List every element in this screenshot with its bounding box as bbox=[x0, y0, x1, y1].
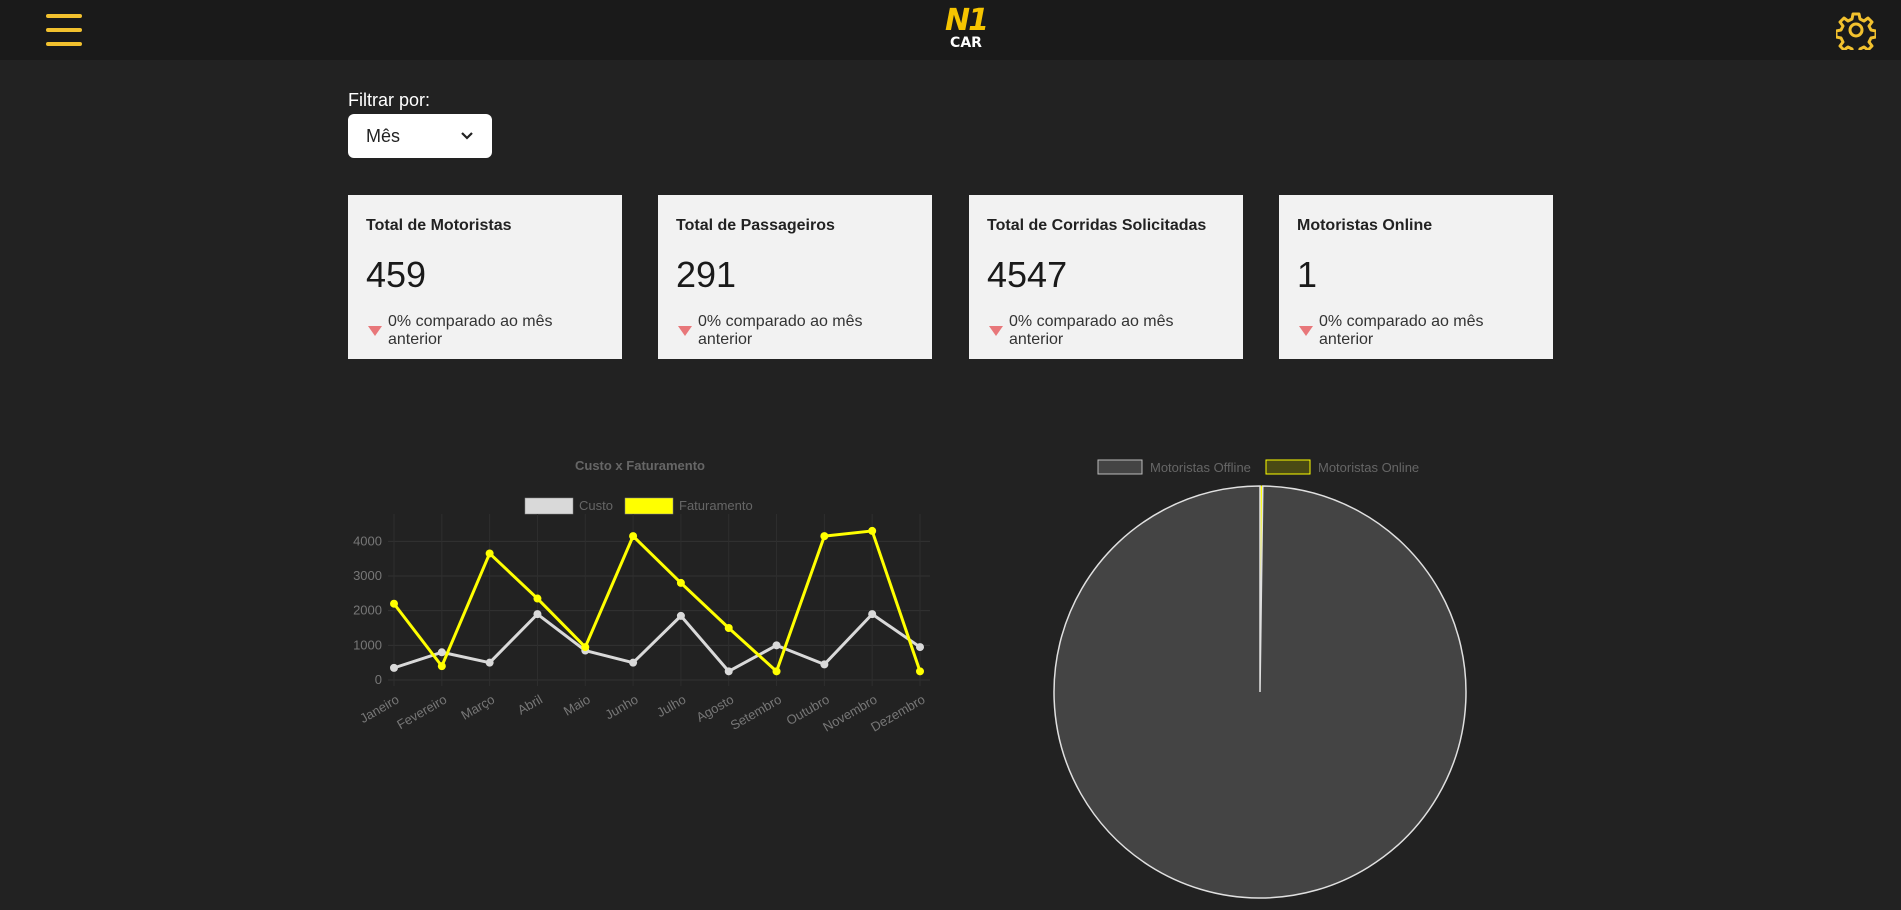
stat-card-corridas: Total de Corridas Solicitadas 4547 0% co… bbox=[969, 195, 1243, 359]
triangle-down-icon bbox=[989, 326, 1003, 336]
data-point-faturamento[interactable] bbox=[916, 667, 924, 676]
data-point-faturamento[interactable] bbox=[629, 532, 638, 541]
triangle-down-icon bbox=[1299, 326, 1313, 336]
gear-icon[interactable] bbox=[1834, 10, 1878, 56]
y-tick-label: 2000 bbox=[353, 603, 382, 618]
pie-slice-offline[interactable] bbox=[1053, 485, 1467, 899]
stat-card-motoristas: Total de Motoristas 459 0% comparado ao … bbox=[348, 195, 622, 359]
legend-label-offline[interactable]: Motoristas Offline bbox=[1150, 460, 1251, 475]
x-tick-label: Setembro bbox=[728, 692, 784, 733]
hamburger-menu-icon[interactable] bbox=[44, 10, 84, 50]
card-compare: 0% comparado ao mês anterior bbox=[676, 313, 914, 349]
legend-swatch-offline[interactable] bbox=[1097, 459, 1143, 475]
data-point-custo[interactable] bbox=[629, 658, 638, 667]
legend-swatch-online[interactable] bbox=[1265, 459, 1311, 475]
data-point-faturamento[interactable] bbox=[533, 594, 542, 603]
card-value: 1 bbox=[1297, 254, 1318, 295]
data-point-custo[interactable] bbox=[390, 663, 398, 672]
logo-sub-text: CAR bbox=[950, 35, 982, 51]
x-tick-label: Julho bbox=[654, 692, 688, 721]
card-value: 4547 bbox=[987, 254, 1068, 295]
x-tick-label: Março bbox=[458, 692, 497, 723]
card-title: Total de Corridas Solicitadas bbox=[987, 217, 1207, 234]
data-point-custo[interactable] bbox=[868, 610, 877, 619]
data-point-faturamento[interactable] bbox=[772, 667, 781, 676]
card-compare-text: 0% comparado ao mês anterior bbox=[1319, 313, 1484, 348]
y-tick-label: 0 bbox=[375, 672, 382, 687]
data-point-custo[interactable] bbox=[533, 610, 542, 619]
card-compare: 0% comparado ao mês anterior bbox=[1297, 313, 1535, 349]
logo: N1 CAR bbox=[944, 3, 989, 52]
card-compare: 0% comparado ao mês anterior bbox=[366, 313, 604, 349]
x-tick-label: Maio bbox=[561, 692, 593, 719]
card-compare-text: 0% comparado ao mês anterior bbox=[698, 313, 863, 348]
card-compare: 0% comparado ao mês anterior bbox=[987, 313, 1225, 349]
triangle-down-icon bbox=[368, 326, 382, 336]
data-point-custo[interactable] bbox=[724, 667, 733, 676]
x-tick-label: Abril bbox=[515, 692, 545, 718]
data-point-faturamento[interactable] bbox=[724, 624, 733, 632]
y-tick-label: 4000 bbox=[353, 533, 382, 548]
stat-card-passageiros: Total de Passageiros 291 0% comparado ao… bbox=[658, 195, 932, 359]
data-point-custo[interactable] bbox=[437, 648, 446, 657]
legend-label-faturamento[interactable]: Faturamento bbox=[679, 498, 753, 513]
data-point-faturamento[interactable] bbox=[820, 532, 829, 541]
data-point-faturamento[interactable] bbox=[390, 599, 398, 608]
data-point-custo[interactable] bbox=[916, 643, 924, 652]
triangle-down-icon bbox=[678, 326, 692, 336]
cost-revenue-line-chart: Custo x Faturamento Custo Faturamento 0 1000… bbox=[353, 458, 930, 735]
card-compare-text: 0% comparado ao mês anterior bbox=[1009, 313, 1174, 348]
data-point-faturamento[interactable] bbox=[676, 578, 685, 587]
logo-main-text: N1 bbox=[945, 3, 989, 38]
data-point-custo[interactable] bbox=[485, 658, 494, 667]
legend-swatch-faturamento[interactable] bbox=[624, 497, 674, 515]
card-title: Motoristas Online bbox=[1297, 217, 1433, 234]
legend-label-custo[interactable]: Custo bbox=[579, 498, 613, 513]
data-point-custo[interactable] bbox=[820, 660, 829, 669]
x-tick-label: Junho bbox=[602, 692, 640, 723]
data-point-faturamento[interactable] bbox=[581, 643, 590, 652]
top-navbar: N1 CAR bbox=[0, 0, 1901, 60]
period-filter-select[interactable]: Mês bbox=[348, 114, 492, 158]
card-compare-text: 0% comparado ao mês anterior bbox=[388, 313, 553, 348]
legend-label-online[interactable]: Motoristas Online bbox=[1318, 460, 1419, 475]
legend-swatch-custo[interactable] bbox=[524, 497, 574, 515]
data-point-custo[interactable] bbox=[772, 641, 781, 650]
x-tick-label: Fevereiro bbox=[394, 692, 449, 732]
filter-label: Filtrar por: bbox=[348, 90, 431, 110]
chart-title: Custo x Faturamento bbox=[575, 458, 705, 473]
card-value: 459 bbox=[366, 254, 427, 295]
x-tick-label: Dezembro bbox=[868, 692, 927, 735]
y-tick-label: 1000 bbox=[353, 637, 382, 652]
data-point-faturamento[interactable] bbox=[437, 662, 446, 671]
data-point-faturamento[interactable] bbox=[485, 549, 494, 558]
stat-card-motoristas-online: Motoristas Online 1 0% comparado ao mês … bbox=[1279, 195, 1553, 359]
data-point-faturamento[interactable] bbox=[868, 526, 877, 535]
y-tick-label: 3000 bbox=[353, 568, 382, 583]
drivers-status-pie-chart: Motoristas Offline Motoristas Online bbox=[1053, 459, 1467, 899]
card-title: Total de Passageiros bbox=[676, 217, 835, 234]
chevron-down-icon bbox=[461, 132, 473, 140]
card-value: 291 bbox=[676, 254, 737, 295]
series-line-faturamento bbox=[392, 529, 922, 673]
series-line-custo bbox=[393, 612, 921, 673]
card-title: Total de Motoristas bbox=[366, 217, 512, 234]
filter-selected-value: Mês bbox=[366, 125, 401, 146]
data-point-custo[interactable] bbox=[676, 611, 685, 620]
